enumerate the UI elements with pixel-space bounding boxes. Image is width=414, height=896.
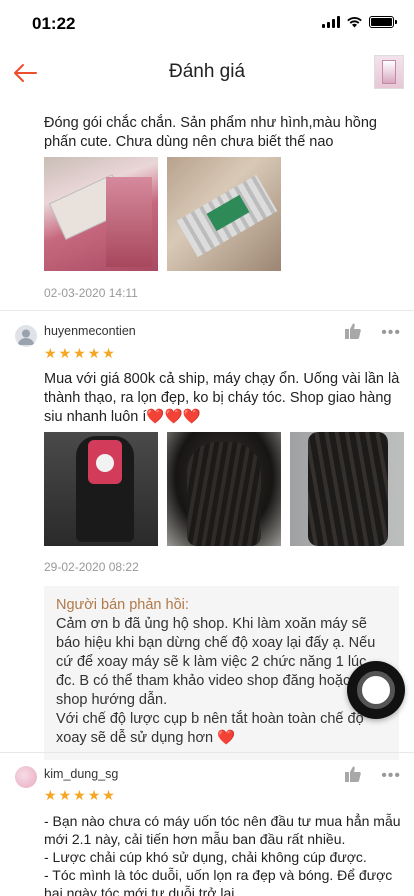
status-bar: 01:22 — [0, 0, 414, 46]
more-dots-icon: ••• — [381, 767, 401, 784]
seller-reply: Người bán phản hồi: Cảm ơn b đã ủng hộ s… — [44, 586, 399, 760]
divider — [0, 752, 414, 753]
review-photo[interactable] — [44, 157, 158, 271]
review-photo[interactable] — [44, 432, 158, 546]
assistive-touch-button[interactable] — [347, 661, 405, 719]
review-text: Đóng gói chắc chắn. Sản phẩm như hình,mà… — [44, 115, 377, 150]
more-dots-icon: ••• — [381, 324, 401, 341]
star-icon: ★ — [102, 787, 115, 803]
review-photo[interactable] — [167, 157, 281, 271]
avatar[interactable] — [15, 766, 37, 788]
star-icon: ★ — [58, 787, 72, 803]
signal-icon — [322, 16, 340, 28]
star-icon: ★ — [102, 345, 115, 361]
divider — [0, 310, 414, 311]
review-photos — [44, 157, 281, 271]
status-time: 01:22 — [32, 14, 76, 33]
star-icon: ★ — [73, 345, 86, 361]
review-photo[interactable] — [167, 432, 281, 546]
rating-stars: ★ ★ ★ ★ ★ — [44, 788, 115, 802]
battery-icon — [369, 16, 397, 28]
thumbs-up-icon — [345, 766, 361, 782]
seller-reply-text: Cảm ơn b đã ủng hộ shop. Khi làm xoăn má… — [56, 616, 376, 746]
star-icon: ★ — [73, 787, 86, 803]
wifi-icon — [347, 17, 362, 28]
seller-reply-title: Người bán phản hồi: — [56, 597, 189, 613]
star-icon: ★ — [58, 345, 72, 361]
like-button[interactable] — [344, 322, 362, 340]
default-avatar-icon — [18, 329, 34, 345]
more-options-button[interactable]: ••• — [381, 768, 401, 784]
reviewer-username[interactable]: kim_dung_sg — [44, 767, 118, 781]
page-title: Đánh giá — [168, 61, 246, 82]
review-photo[interactable] — [290, 432, 404, 546]
product-thumbnail[interactable] — [374, 55, 404, 89]
header: Đánh giá — [0, 46, 414, 100]
star-icon: ★ — [44, 787, 57, 803]
review-photos — [44, 432, 404, 546]
star-icon: ★ — [87, 787, 101, 803]
status-icons — [322, 16, 397, 28]
review-date: 02-03-2020 14:11 — [44, 286, 138, 300]
review-text: Mua với giá 800k cả ship, máy chạy ổn. U… — [44, 371, 400, 425]
rating-stars: ★ ★ ★ ★ ★ — [44, 346, 115, 360]
reviewer-username[interactable]: huyenmecontien — [44, 324, 136, 338]
star-icon: ★ — [44, 345, 57, 361]
review-date: 29-02-2020 08:22 — [44, 560, 139, 574]
review-text: - Bạn nào chưa có máy uốn tóc nên đầu tư… — [44, 813, 401, 896]
avatar[interactable] — [15, 325, 37, 347]
like-button[interactable] — [344, 765, 362, 783]
star-icon: ★ — [87, 345, 101, 361]
more-options-button[interactable]: ••• — [381, 325, 401, 341]
thumbs-up-icon — [345, 323, 361, 339]
